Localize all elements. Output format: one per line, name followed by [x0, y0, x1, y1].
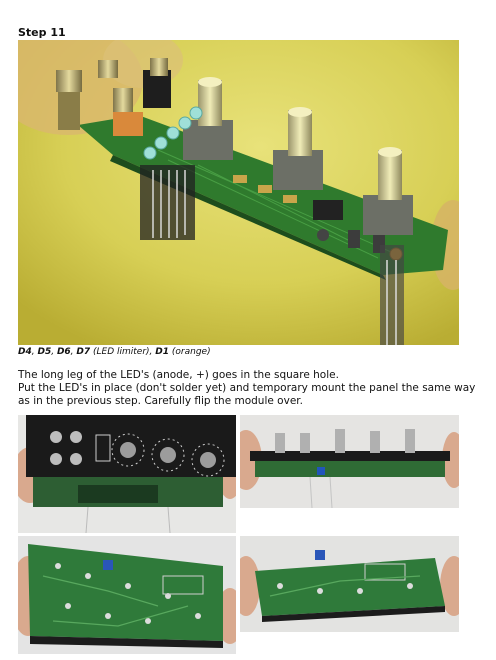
photo-side-view: [240, 415, 459, 508]
caption-part: (LED limiter),: [90, 347, 156, 357]
instructions: The long leg of the LED's (anode, +) goe…: [18, 369, 483, 408]
photo-back-pcb-left: [18, 536, 236, 654]
step-title: Step 11: [18, 26, 66, 39]
photo-back-pcb-right: [240, 536, 459, 632]
caption-part: D1: [155, 347, 170, 357]
instruction-line: The long leg of the LED's (anode, +) goe…: [18, 369, 339, 381]
caption-part: D5: [37, 347, 52, 357]
caption-part: D4: [18, 347, 32, 357]
photo-front-panel: [18, 415, 236, 533]
instruction-line: Put the LED's in place (don't solder yet…: [18, 382, 476, 407]
caption-part: D7: [76, 347, 91, 357]
photo-caption: D4, D5, D6, D7 (LED limiter), D1 (orange…: [18, 347, 211, 357]
caption-part: (orange): [169, 347, 211, 357]
caption-part: D6: [56, 347, 71, 357]
main-photo-pcb-leds: [18, 40, 459, 345]
